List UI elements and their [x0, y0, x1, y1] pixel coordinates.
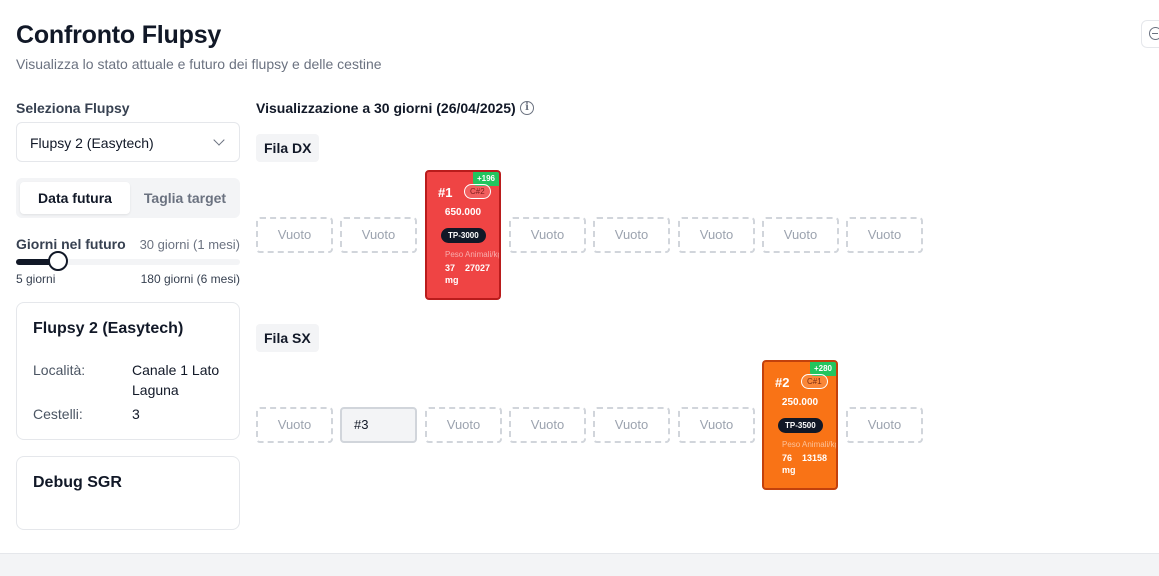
- size-badge: TP-3000: [441, 228, 486, 243]
- animals-per-kg-value: 13158: [802, 453, 828, 463]
- weight-label: Peso: [782, 440, 801, 449]
- baskets-value: 3: [132, 406, 140, 422]
- days-label: Giorni nel futuro: [16, 236, 126, 252]
- size-badge: TP-3500: [778, 418, 823, 433]
- animals-per-kg-label: Animali/kg: [802, 440, 838, 449]
- weight-value: 76 mg: [782, 452, 796, 476]
- empty-slot[interactable]: Vuoto: [762, 217, 839, 253]
- page-subtitle: Visualizza lo stato attuale e futuro dei…: [16, 56, 382, 72]
- tab-data-futura[interactable]: Data futura: [20, 182, 130, 214]
- cycle-badge: C#1: [801, 374, 828, 389]
- weight-label: Peso: [445, 250, 464, 259]
- animals-per-kg-label: Animali/kg: [465, 250, 501, 259]
- empty-slot[interactable]: Vuoto: [340, 217, 417, 253]
- empty-slot[interactable]: Vuoto: [593, 407, 670, 443]
- basket-number: #1: [438, 185, 453, 200]
- mode-tabs: Data futura Taglia target: [16, 178, 240, 218]
- baskets-label: Cestelli:: [33, 406, 83, 422]
- weight-number: 76: [782, 453, 793, 463]
- debug-sgr-card: Debug SGR: [16, 456, 240, 530]
- empty-slot[interactable]: Vuoto: [846, 407, 923, 443]
- footer-bar: [0, 553, 1159, 576]
- flupsy-select-value: Flupsy 2 (Easytech): [30, 135, 154, 151]
- empty-slot[interactable]: Vuoto: [678, 407, 755, 443]
- days-slider[interactable]: [16, 251, 240, 271]
- slider-min-label: 5 giorni: [16, 272, 56, 286]
- empty-slot[interactable]: Vuoto: [509, 217, 586, 253]
- empty-slot[interactable]: Vuoto: [425, 407, 502, 443]
- row-label-fila-sx: Fila SX: [256, 324, 319, 352]
- basket-slot-unassigned[interactable]: #3: [340, 407, 417, 443]
- flupsy-info-card: Flupsy 2 (Easytech) Località: Canale 1 L…: [16, 302, 240, 440]
- animal-count: 250.000: [781, 397, 819, 408]
- tab-taglia-target[interactable]: Taglia target: [130, 182, 240, 214]
- weight-number: 37: [445, 263, 456, 273]
- chevron-down-icon: [213, 134, 225, 146]
- location-value: Canale 1 Lato Laguna: [132, 362, 220, 398]
- row-label-fila-dx: Fila DX: [256, 134, 320, 162]
- empty-slot[interactable]: Vuoto: [593, 217, 670, 253]
- page-title: Confronto Flupsy: [16, 21, 222, 49]
- location-label: Località:: [33, 362, 86, 378]
- zoom-out-icon: [1149, 27, 1159, 40]
- basket-card[interactable]: +196 #1 C#2 650.000 TP-3000 Peso Animali/kg 37 m…: [425, 170, 501, 300]
- flupsy-select-label: Seleziona Flupsy: [16, 100, 130, 116]
- flupsy-info-title: Flupsy 2 (Easytech): [33, 320, 184, 337]
- empty-slot[interactable]: Vuoto: [846, 217, 923, 253]
- animal-count: 650.000: [444, 207, 482, 218]
- animals-per-kg-value: 27027: [465, 263, 491, 273]
- slider-max-label: 180 giorni (6 mesi): [140, 272, 240, 286]
- empty-slot[interactable]: Vuoto: [256, 217, 333, 253]
- weight-unit: mg: [445, 275, 459, 285]
- visualization-title: Visualizzazione a 30 giorni (26/04/2025): [256, 100, 516, 116]
- empty-slot[interactable]: Vuoto: [509, 407, 586, 443]
- flupsy-select[interactable]: Flupsy 2 (Easytech): [16, 122, 240, 162]
- empty-slot[interactable]: Vuoto: [256, 407, 333, 443]
- debug-sgr-title: Debug SGR: [33, 474, 122, 491]
- empty-slot[interactable]: Vuoto: [678, 217, 755, 253]
- basket-card[interactable]: +280 #2 C#1 250.000 TP-3500 Peso Animali/kg 76 m…: [762, 360, 838, 490]
- basket-number: #2: [775, 375, 790, 390]
- days-value: 30 giorni (1 mesi): [139, 237, 240, 252]
- weight-unit: mg: [782, 465, 796, 475]
- info-icon[interactable]: i: [520, 101, 534, 115]
- weight-value: 37 mg: [445, 262, 459, 286]
- zoom-out-button[interactable]: [1141, 20, 1159, 48]
- days-slider-thumb[interactable]: [48, 251, 68, 271]
- cycle-badge: C#2: [464, 184, 491, 199]
